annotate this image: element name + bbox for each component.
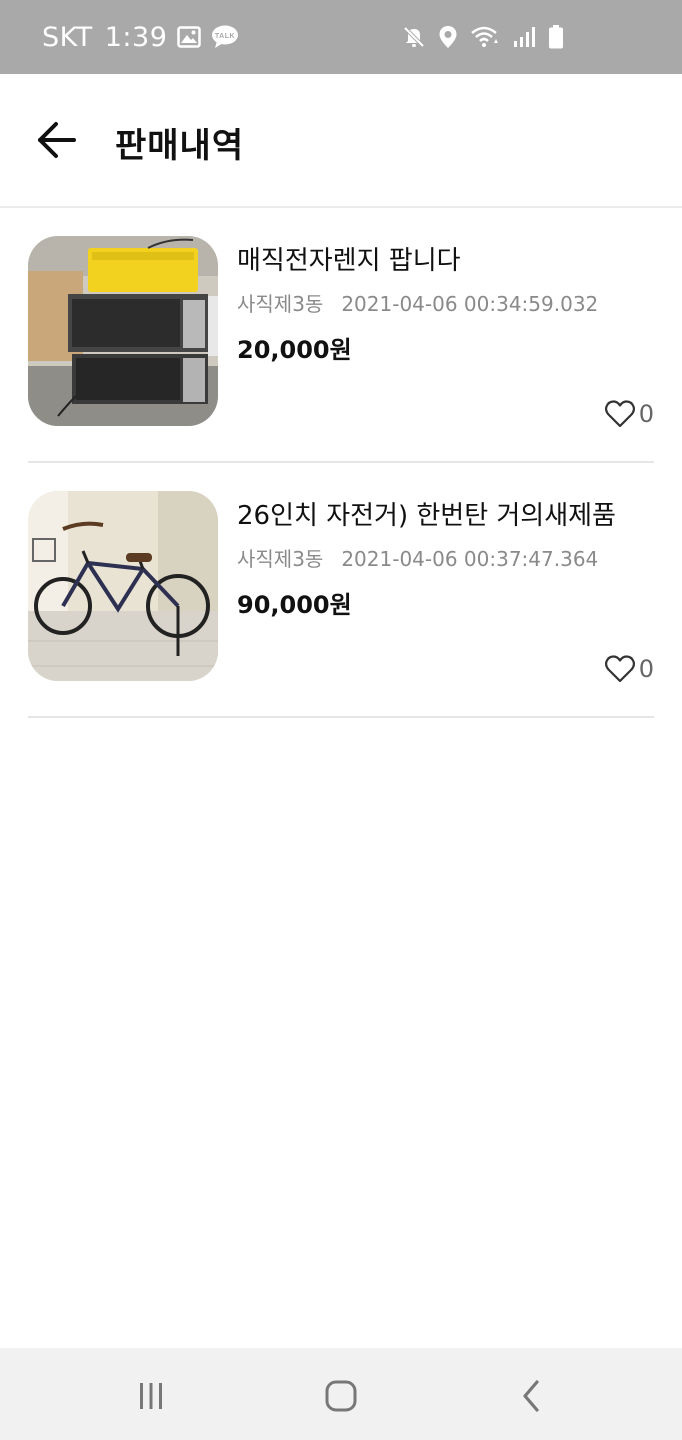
battery-icon	[548, 25, 564, 49]
item-timestamp: 2021-04-06 00:37:47.364	[341, 547, 599, 571]
item-meta: 사직제3동 2021-04-06 00:34:59.032	[237, 288, 598, 317]
mute-icon	[402, 25, 426, 49]
list-item[interactable]: 매직전자렌지 팝니다 사직제3동 2021-04-06 00:34:59.032 …	[28, 208, 654, 463]
back-chevron-icon	[523, 1380, 539, 1412]
recent-apps-icon	[140, 1383, 162, 1409]
page-title: 판매내역	[115, 126, 245, 166]
item-title: 매직전자렌지 팝니다	[237, 246, 461, 276]
clock-label: 1:39	[104, 21, 168, 53]
item-timestamp: 2021-04-06 00:34:59.032	[341, 292, 599, 316]
screen: SKT 1:39 TALK 판매내역 매직전자렌지 팝니다 사직제3동 2021…	[0, 0, 682, 1440]
talk-icon: TALK	[211, 25, 239, 49]
sales-history-list: 매직전자렌지 팝니다 사직제3동 2021-04-06 00:34:59.032 …	[28, 208, 654, 718]
like-count: 0	[638, 655, 654, 683]
like-count: 0	[638, 400, 654, 428]
like-button[interactable]: 0	[604, 655, 654, 683]
status-bar: SKT 1:39 TALK	[0, 0, 682, 74]
system-nav-bar	[0, 1348, 682, 1440]
svg-text:TALK: TALK	[215, 33, 235, 40]
recent-apps-button[interactable]	[131, 1376, 171, 1416]
carrier-label: SKT	[42, 21, 93, 53]
item-location: 사직제3동	[237, 292, 324, 316]
back-button[interactable]	[30, 114, 82, 166]
home-button[interactable]	[321, 1376, 361, 1416]
status-icons	[402, 0, 564, 74]
location-icon	[438, 25, 458, 49]
image-icon	[177, 26, 202, 48]
heart-icon	[604, 655, 635, 683]
item-title: 26인치 자전거) 한번탄 거의새제품	[237, 501, 616, 531]
list-item[interactable]: 26인치 자전거) 한번탄 거의새제품 사직제3동 2021-04-06 00:3…	[28, 463, 654, 718]
item-thumbnail-microwave	[28, 236, 218, 426]
like-button[interactable]: 0	[604, 400, 654, 428]
system-back-button[interactable]	[512, 1376, 552, 1416]
item-location: 사직제3동	[237, 547, 324, 571]
arrow-left-icon	[38, 122, 76, 158]
item-meta: 사직제3동 2021-04-06 00:37:47.364	[237, 543, 598, 572]
item-price: 90,000원	[237, 591, 352, 619]
app-bar: 판매내역	[0, 74, 682, 208]
heart-icon	[604, 400, 635, 428]
signal-icon	[512, 25, 536, 49]
item-thumbnail-bicycle	[28, 491, 218, 681]
item-price: 20,000원	[237, 336, 352, 364]
wifi-icon	[470, 25, 500, 49]
home-icon	[325, 1380, 357, 1412]
